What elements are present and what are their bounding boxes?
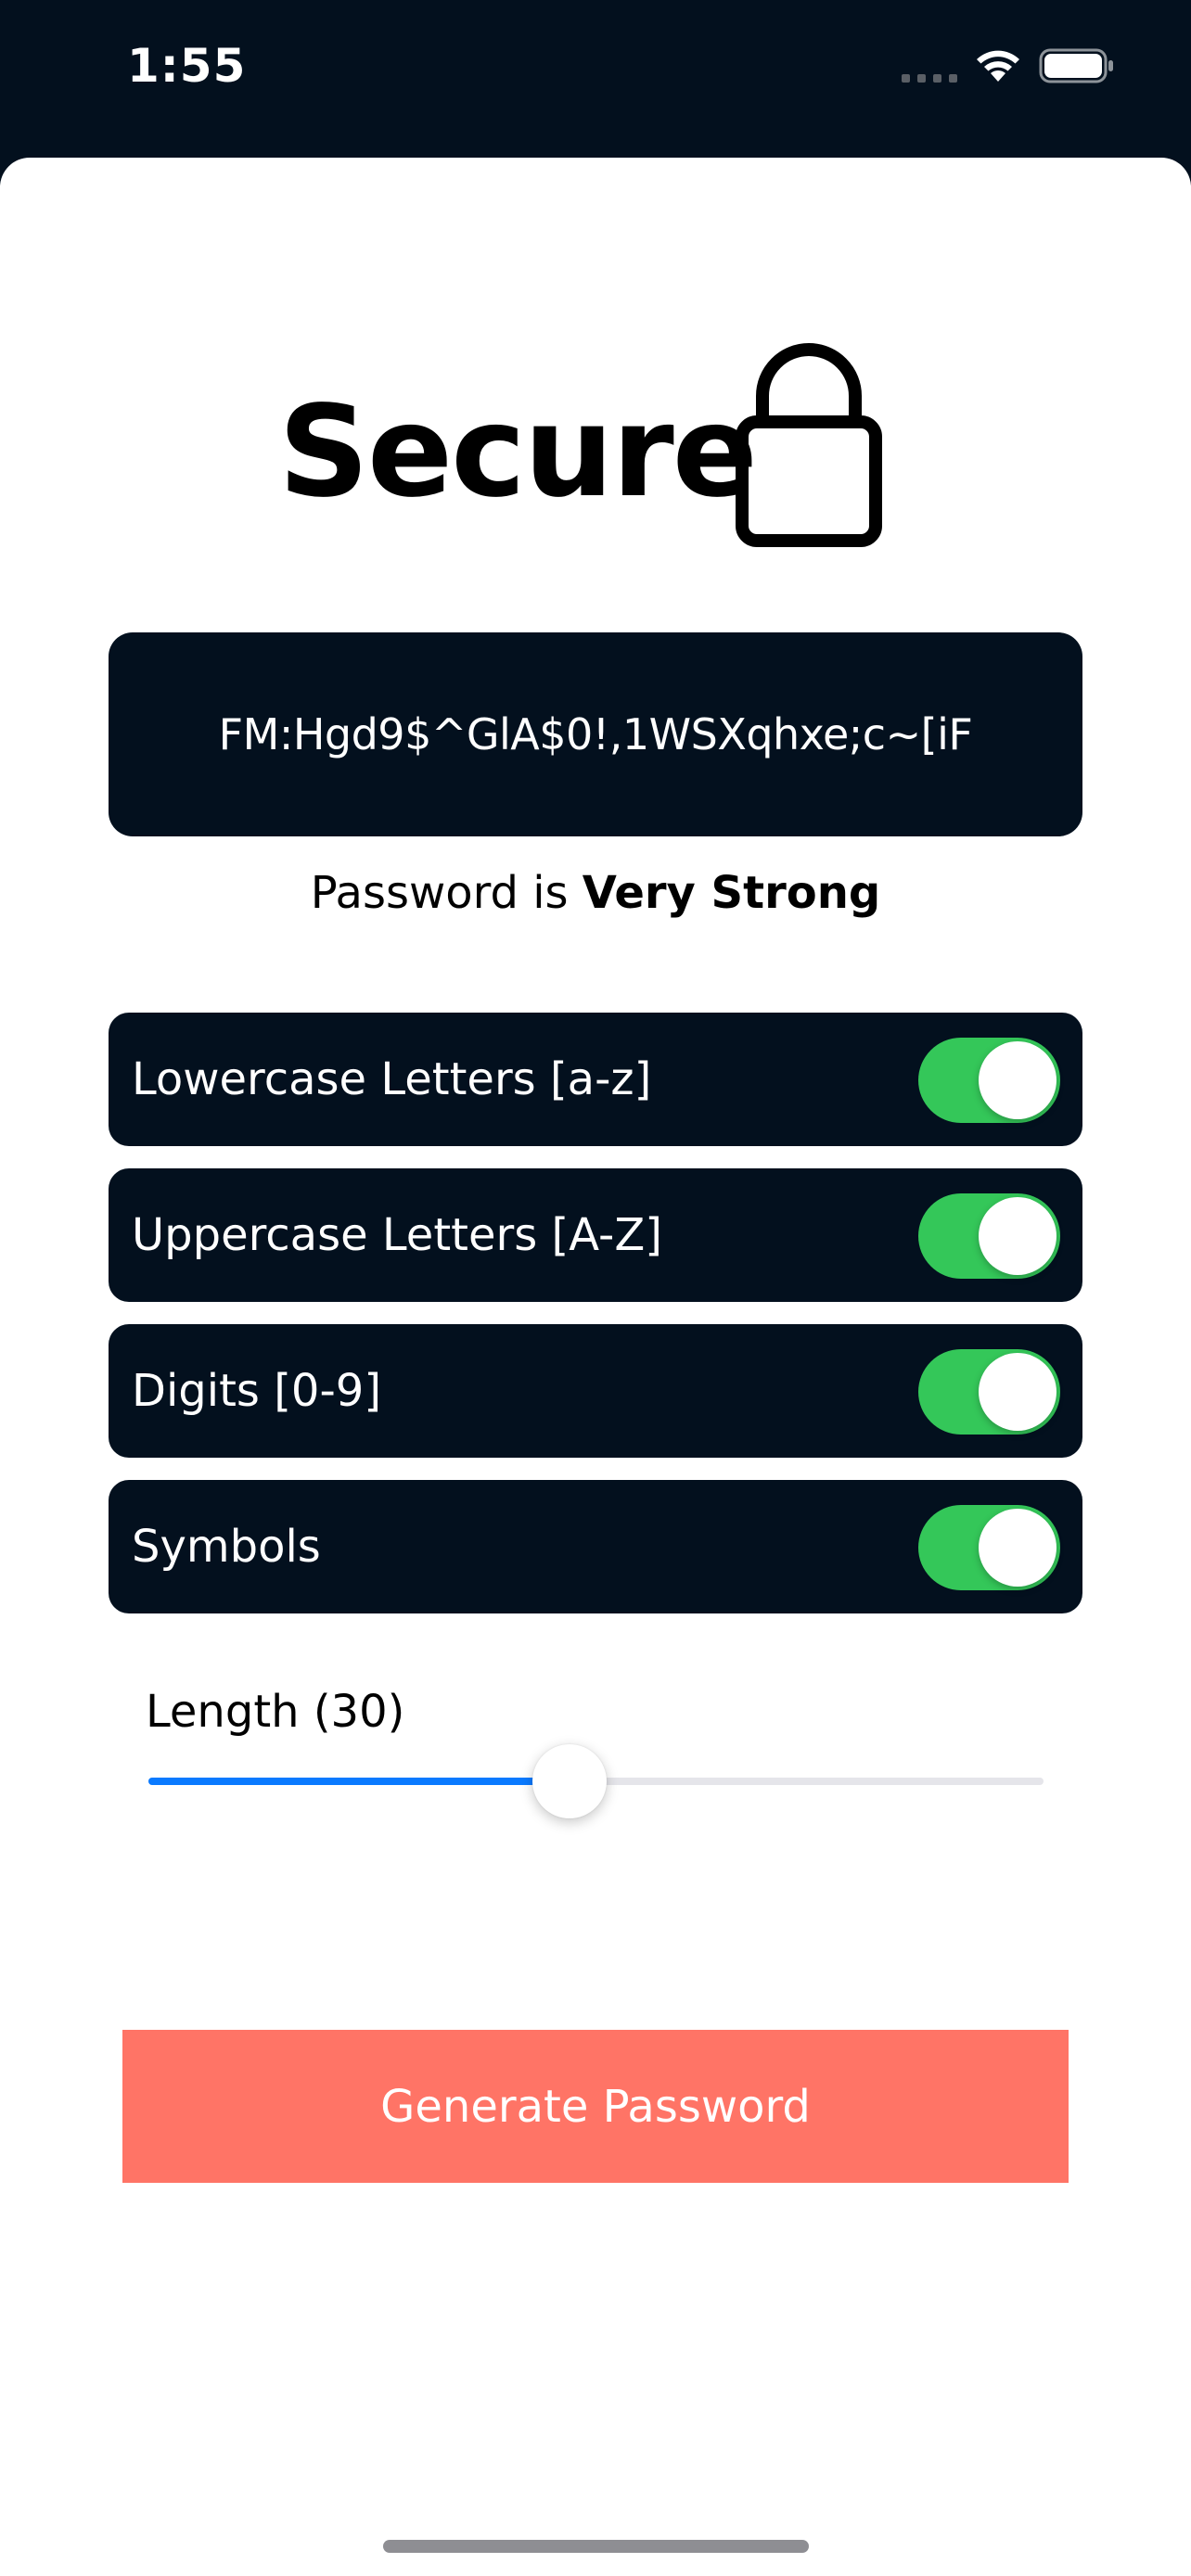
generate-password-button[interactable]: Generate Password: [122, 2030, 1069, 2183]
symbols-toggle[interactable]: [918, 1505, 1060, 1590]
lowercase-toggle[interactable]: [918, 1038, 1060, 1123]
app-title: Secure: [278, 379, 758, 526]
option-lowercase: Lowercase Letters [a-z]: [109, 1013, 1082, 1146]
length-slider[interactable]: [148, 1743, 1044, 1818]
toggle-knob: [979, 1197, 1057, 1275]
toggle-knob: [979, 1353, 1057, 1431]
slider-thumb[interactable]: [531, 1744, 607, 1818]
option-uppercase-label: Uppercase Letters [A-Z]: [132, 1209, 662, 1261]
length-label: Length (30): [146, 1686, 405, 1738]
home-indicator: [383, 2540, 809, 2553]
option-symbols: Symbols: [109, 1480, 1082, 1613]
status-time: 1:55: [127, 39, 247, 93]
password-strength: Password is Very Strong: [0, 867, 1191, 919]
option-symbols-label: Symbols: [132, 1521, 321, 1573]
slider-fill: [148, 1778, 570, 1785]
toggle-knob: [979, 1041, 1057, 1119]
password-display[interactable]: FM:Hgd9$^GlA$0!,1WSXqhxe;c~[iF: [109, 632, 1082, 836]
uppercase-toggle[interactable]: [918, 1193, 1060, 1279]
toggle-knob: [979, 1509, 1057, 1587]
option-digits: Digits [0-9]: [109, 1324, 1082, 1458]
digits-toggle[interactable]: [918, 1349, 1060, 1435]
generated-password: FM:Hgd9$^GlA$0!,1WSXqhxe;c~[iF: [218, 709, 973, 759]
strength-prefix: Password is: [310, 867, 583, 919]
battery-icon: [1039, 48, 1113, 83]
option-uppercase: Uppercase Letters [A-Z]: [109, 1168, 1082, 1302]
option-digits-label: Digits [0-9]: [132, 1365, 382, 1417]
option-lowercase-label: Lowercase Letters [a-z]: [132, 1053, 652, 1105]
lock-icon: [736, 343, 882, 547]
signal-dots-icon: [902, 74, 957, 83]
header: Secure: [0, 338, 1191, 552]
strength-level: Very Strong: [582, 867, 881, 919]
wifi-icon: [977, 50, 1019, 82]
